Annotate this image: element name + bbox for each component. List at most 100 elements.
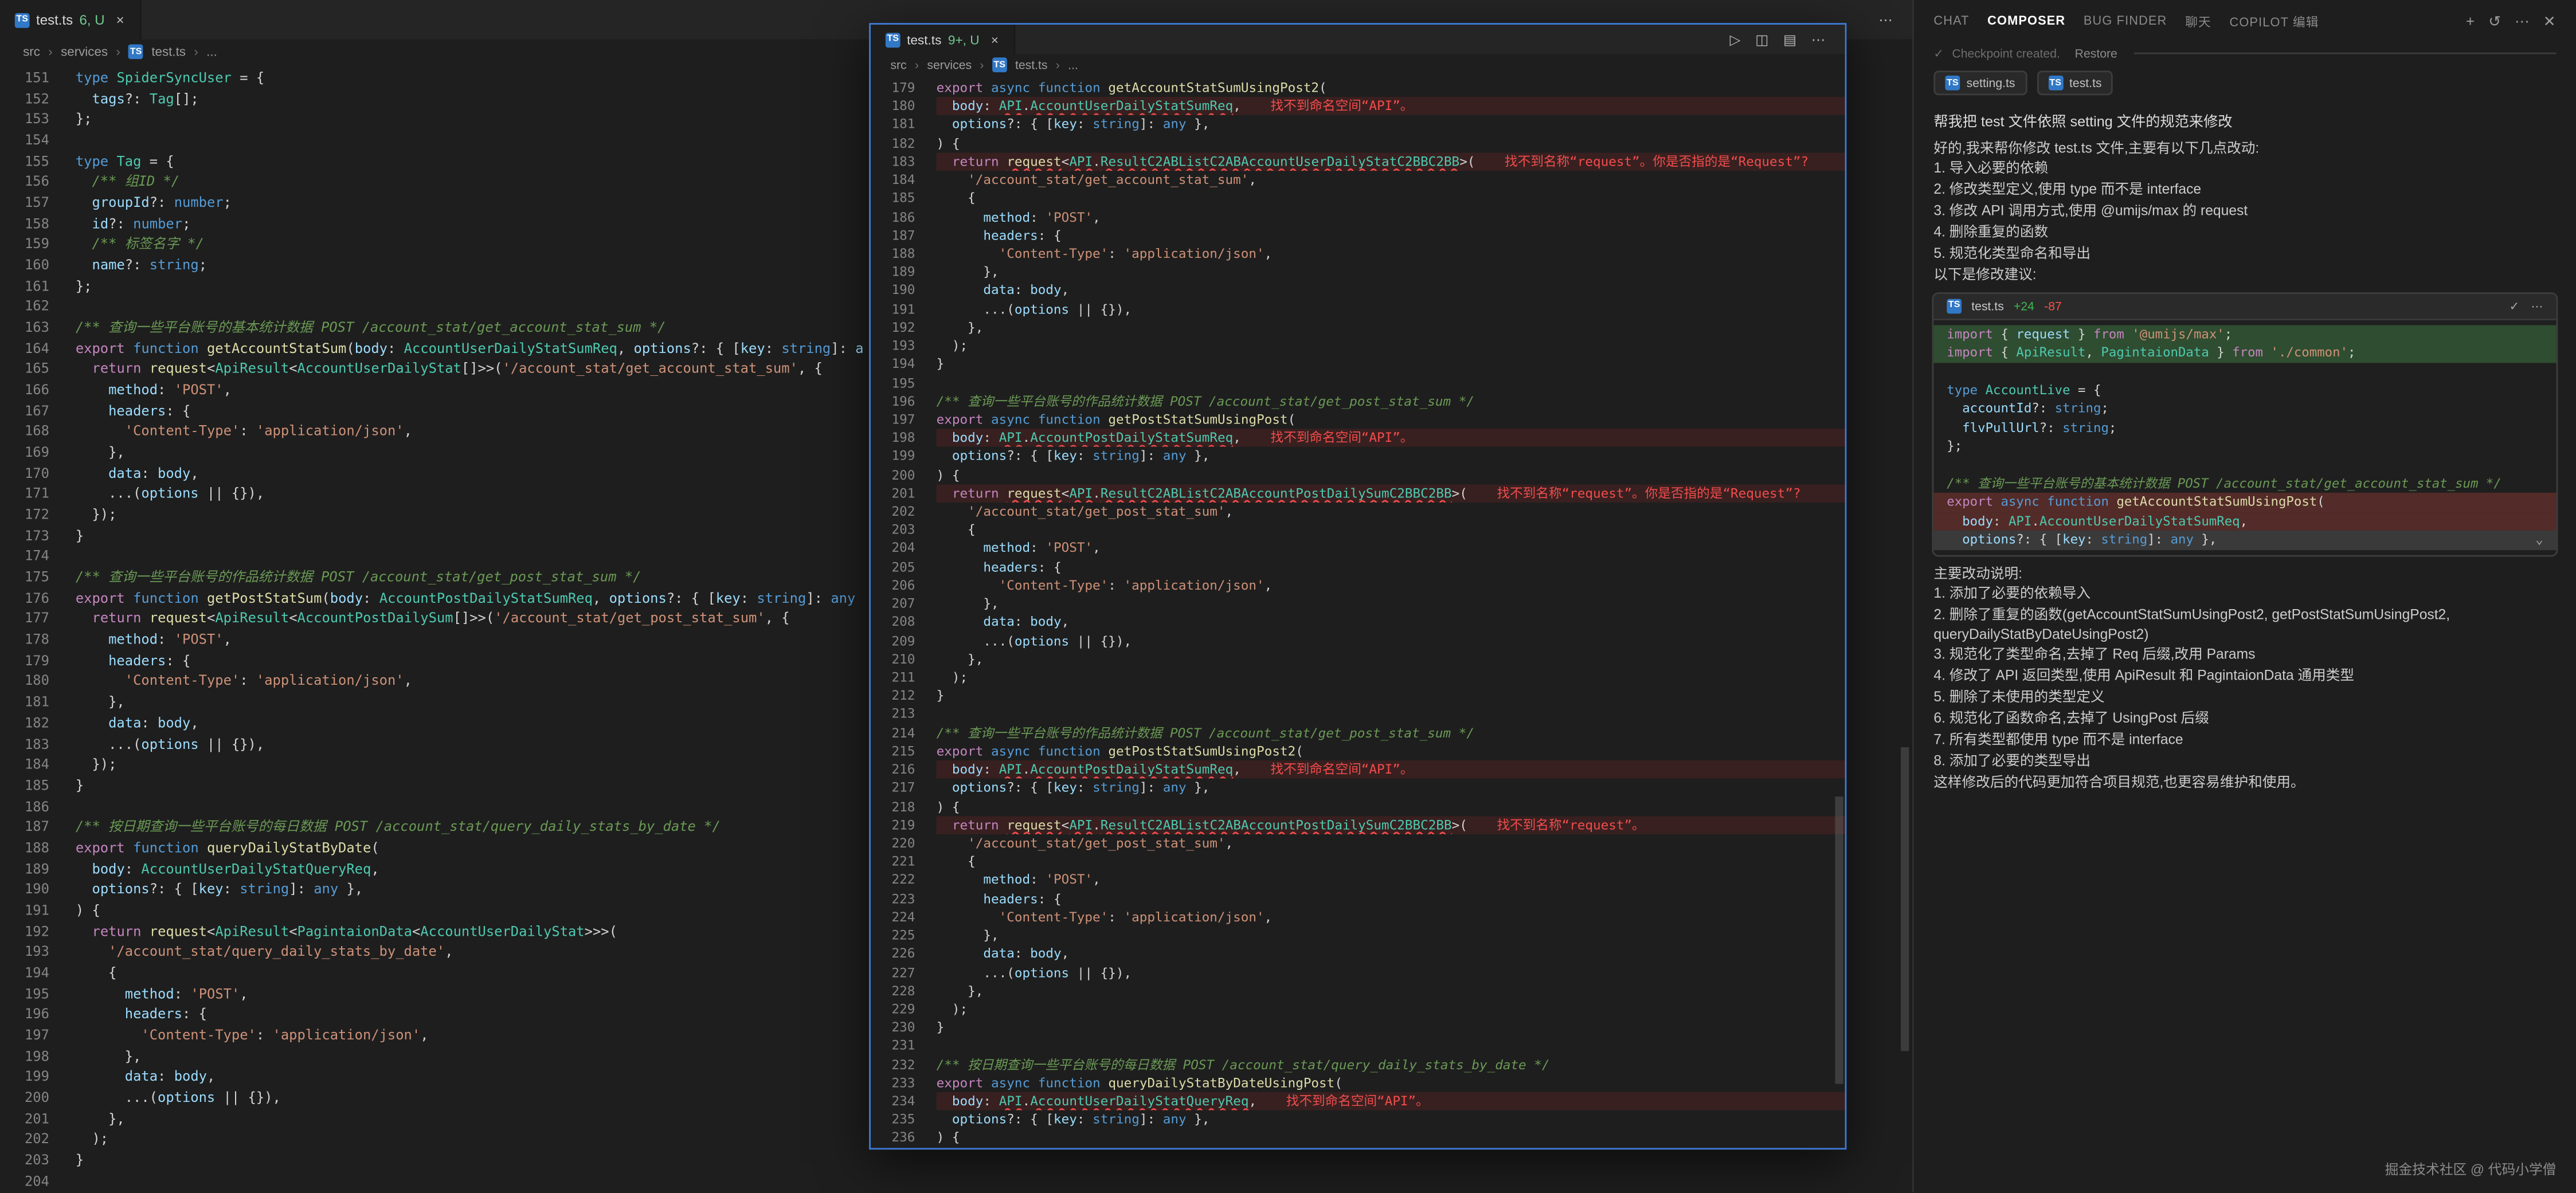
new-chat-icon[interactable]: + <box>2466 12 2475 30</box>
line-number[interactable]: 226 <box>871 945 915 963</box>
code-line[interactable]: 203} <box>0 1149 1912 1170</box>
line-number[interactable]: 232 <box>871 1055 915 1074</box>
line-number[interactable]: 207 <box>871 595 915 613</box>
line-number[interactable]: 167 <box>0 401 49 421</box>
expand-icon[interactable]: ⌄ <box>2535 531 2543 550</box>
line-number[interactable]: 177 <box>0 609 49 629</box>
line-number[interactable]: 187 <box>871 226 915 245</box>
scrollbar[interactable] <box>1835 796 1843 1084</box>
line-number[interactable]: 191 <box>0 900 49 920</box>
code-line[interactable]: 198 body: API.AccountPostDailyStatSumReq… <box>871 429 1845 447</box>
line-number[interactable]: 214 <box>871 724 915 742</box>
line-number[interactable]: 204 <box>0 1170 49 1191</box>
code-line[interactable]: 231 <box>871 1037 1845 1055</box>
line-number[interactable]: 227 <box>871 963 915 982</box>
line-number[interactable]: 163 <box>0 317 49 338</box>
scrollbar[interactable] <box>1901 747 1909 1051</box>
code-line[interactable]: 224 'Content-Type': 'application/json', <box>871 908 1845 926</box>
line-number[interactable]: 228 <box>871 982 915 1000</box>
code-line[interactable]: 221 { <box>871 853 1845 871</box>
breadcrumb-item[interactable]: src <box>890 57 906 72</box>
breadcrumb-item[interactable]: src <box>23 44 40 59</box>
line-number[interactable]: 215 <box>871 742 915 760</box>
line-number[interactable]: 179 <box>871 79 915 97</box>
line-number[interactable]: 199 <box>0 1066 49 1087</box>
code-line[interactable]: 212} <box>871 687 1845 705</box>
code-line[interactable]: 234 body: API.AccountUserDailyStatQueryR… <box>871 1092 1845 1110</box>
line-number[interactable]: 192 <box>0 921 49 941</box>
composer-tab-bug-finder[interactable]: BUG FINDER <box>2084 12 2167 30</box>
code-line[interactable]: 199 options?: { [key: string]: any }, <box>871 448 1845 466</box>
restore-button[interactable]: Restore <box>2075 46 2117 61</box>
line-number[interactable]: 203 <box>871 521 915 539</box>
line-number[interactable]: 216 <box>871 760 915 779</box>
line-number[interactable]: 189 <box>871 263 915 281</box>
line-number[interactable]: 217 <box>871 779 915 797</box>
composer-tab-copilot-编辑[interactable]: COPILOT 编辑 <box>2229 12 2319 30</box>
code-line[interactable]: 180 body: API.AccountUserDailyStatSumReq… <box>871 97 1845 116</box>
line-number[interactable]: 162 <box>0 296 49 317</box>
code-line[interactable]: 211 ); <box>871 668 1845 686</box>
line-number[interactable]: 190 <box>0 879 49 900</box>
breadcrumb-item[interactable]: services <box>61 44 108 59</box>
line-number[interactable]: 231 <box>871 1037 915 1055</box>
line-number[interactable]: 184 <box>0 754 49 775</box>
context-file-chip[interactable]: TSsetting.ts <box>1933 70 2026 95</box>
line-number[interactable]: 155 <box>0 151 49 171</box>
line-number[interactable]: 225 <box>871 927 915 945</box>
more-icon[interactable]: ⋯ <box>2515 12 2530 30</box>
line-number[interactable]: 198 <box>871 429 915 447</box>
line-number[interactable]: 170 <box>0 463 49 484</box>
line-number[interactable]: 187 <box>0 817 49 837</box>
code-line[interactable]: 223 headers: { <box>871 889 1845 908</box>
line-number[interactable]: 200 <box>871 466 915 484</box>
line-number[interactable]: 198 <box>0 1045 49 1066</box>
code-line[interactable]: 192 }, <box>871 319 1845 337</box>
line-number[interactable]: 180 <box>871 97 915 116</box>
code-line[interactable]: 193 ); <box>871 337 1845 355</box>
line-number[interactable]: 169 <box>0 442 49 462</box>
line-number[interactable]: 200 <box>0 1087 49 1108</box>
line-number[interactable]: 211 <box>871 668 915 686</box>
more-icon[interactable]: ⋯ <box>1878 11 1892 29</box>
line-number[interactable]: 189 <box>0 858 49 879</box>
code-line[interactable]: 213 <box>871 705 1845 724</box>
line-number[interactable]: 182 <box>0 712 49 733</box>
line-number[interactable]: 159 <box>0 234 49 254</box>
code-line[interactable]: 229 ); <box>871 1000 1845 1018</box>
code-line[interactable]: 218) { <box>871 798 1845 816</box>
line-number[interactable]: 219 <box>871 816 915 834</box>
code-line[interactable]: 206 'Content-Type': 'application/json', <box>871 576 1845 595</box>
code-line[interactable]: 216 body: API.AccountPostDailyStatSumReq… <box>871 760 1845 779</box>
line-number[interactable]: 151 <box>0 68 49 88</box>
line-number[interactable]: 160 <box>0 254 49 275</box>
code-line[interactable]: 235 options?: { [key: string]: any }, <box>871 1110 1845 1129</box>
line-number[interactable]: 201 <box>0 1108 49 1128</box>
line-number[interactable]: 202 <box>0 1129 49 1149</box>
line-number[interactable]: 172 <box>0 504 49 525</box>
line-number[interactable]: 188 <box>0 837 49 858</box>
line-number[interactable]: 202 <box>871 503 915 521</box>
line-number[interactable]: 196 <box>0 1004 49 1025</box>
code-line[interactable]: 208 data: body, <box>871 613 1845 631</box>
code-line[interactable]: 219 return request<API.ResultC2ABListC2A… <box>871 816 1845 834</box>
code-line[interactable]: 204 <box>0 1170 1912 1191</box>
code-line[interactable]: 227 ...(options || {}), <box>871 963 1845 982</box>
more-icon[interactable]: ⋯ <box>1811 30 1825 49</box>
code-line[interactable]: 217 options?: { [key: string]: any }, <box>871 779 1845 797</box>
code-line[interactable]: 225 }, <box>871 927 1845 945</box>
code-line[interactable]: 228 }, <box>871 982 1845 1000</box>
history-icon[interactable]: ↺ <box>2488 12 2501 30</box>
line-number[interactable]: 182 <box>871 134 915 152</box>
run-icon[interactable]: ▷ <box>1730 30 1741 49</box>
line-number[interactable]: 194 <box>871 355 915 374</box>
code-diff-header[interactable]: TS test.ts +24 -87 ✓⋯ <box>1933 294 2556 320</box>
line-number[interactable]: 192 <box>871 319 915 337</box>
code-line[interactable]: 202 '/account_stat/get_post_stat_sum', <box>871 503 1845 521</box>
line-number[interactable]: 188 <box>871 245 915 263</box>
code-line[interactable]: 183 return request<API.ResultC2ABListC2A… <box>871 152 1845 171</box>
code-line[interactable]: 232/** 按日期查询一些平台账号的每日数据 POST /account_st… <box>871 1055 1845 1074</box>
breadcrumb-item[interactable]: test.ts <box>1015 57 1048 72</box>
line-number[interactable]: 185 <box>871 189 915 207</box>
context-file-chip[interactable]: TStest.ts <box>2037 70 2113 95</box>
